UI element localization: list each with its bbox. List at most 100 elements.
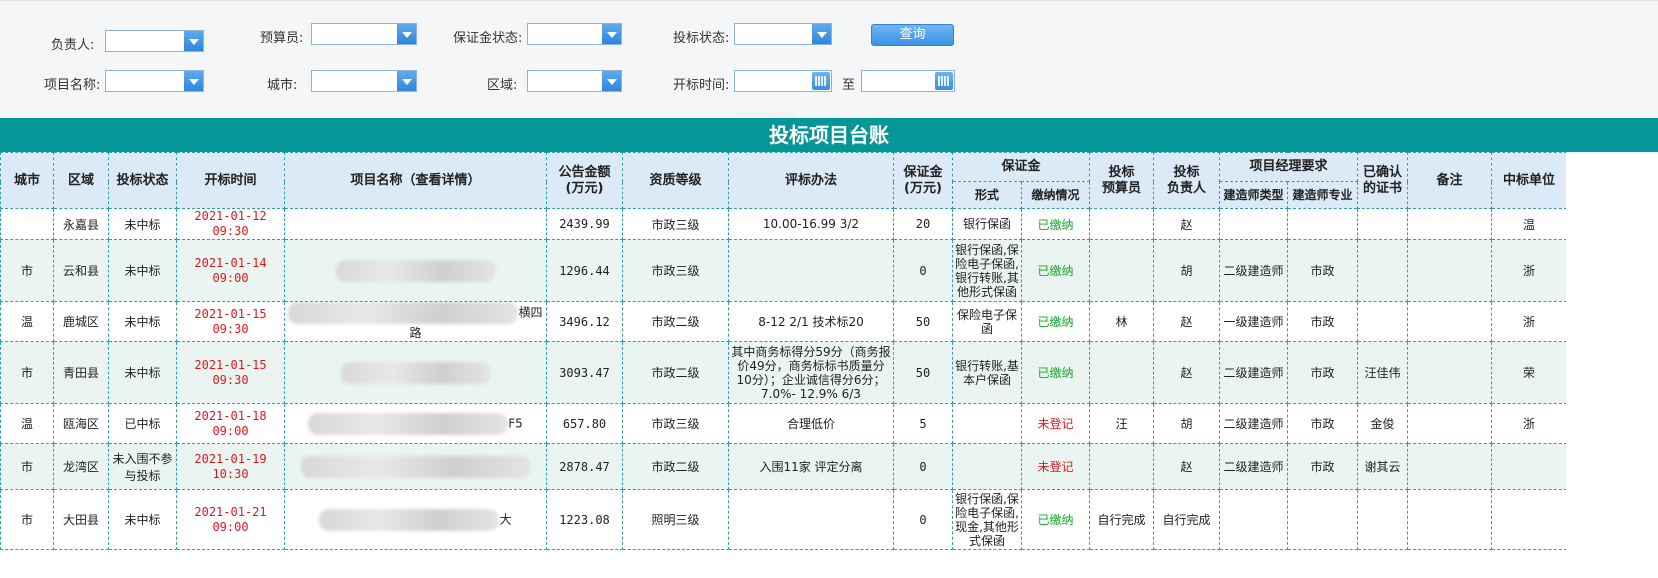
- cell-project-name[interactable]: [284, 443, 547, 490]
- open-time: 09:00: [212, 270, 249, 285]
- project-link[interactable]: 大: [499, 512, 511, 526]
- table-row[interactable]: 温鹿城区 未中标 2021-01-15 09:30 横四路 3496.12 市政二级 8-12…: [0, 301, 1568, 342]
- cell-city: 温: [0, 403, 54, 444]
- bid-ledger-table: 城市 区域 投标状态 开标时间 项目名称（查看详情） 公告金额 (万元) 资质等…: [0, 152, 1568, 550]
- cell-confirmed-cert: 金俊: [1357, 403, 1409, 444]
- col-project-name: 项目名称（查看详情）: [284, 152, 547, 209]
- region-select[interactable]: [527, 70, 622, 92]
- cell-qualification: 市政三级: [622, 208, 729, 240]
- cell-city: 市: [0, 443, 54, 490]
- open-date: 2021-01-18: [194, 408, 267, 423]
- cell-region: 瓯海区: [53, 403, 109, 444]
- cell-bid-budgeter: [1089, 239, 1155, 302]
- cell-winner: 荣: [1491, 341, 1568, 404]
- city-label: 城市:: [267, 78, 298, 93]
- cell-qualification: 市政二级: [622, 301, 729, 342]
- cell-evaluation: 8-12 2/1 技术标20: [728, 301, 894, 342]
- table-row[interactable]: 市青田县 未中标 2021-01-15 09:30 3093.47 市政二级 其中商务标得分…: [0, 341, 1568, 404]
- open-date: 2021-01-15: [194, 306, 267, 321]
- col-amount: 公告金额 (万元): [546, 152, 623, 209]
- cell-project-name[interactable]: [284, 341, 547, 404]
- cell-winner: [1491, 489, 1568, 550]
- chevron-down-icon[interactable]: [397, 24, 416, 44]
- open-time: 09:00: [212, 423, 249, 438]
- cell-remark: [1407, 443, 1493, 490]
- owner-select[interactable]: [105, 30, 204, 52]
- cell-open-time: 2021-01-14 09:00: [176, 239, 285, 302]
- open-time: 09:30: [212, 224, 249, 238]
- col-qualification: 资质等级: [622, 152, 729, 209]
- redacted-mask: [288, 302, 519, 324]
- cell-project-name[interactable]: [284, 239, 547, 302]
- chevron-down-icon[interactable]: [184, 31, 203, 51]
- chevron-down-icon[interactable]: [397, 71, 416, 91]
- budgeter-select[interactable]: [311, 23, 417, 45]
- cell-deposit-payment: 未登记: [1020, 403, 1091, 444]
- cell-confirmed-cert: [1357, 239, 1409, 302]
- chevron-down-icon[interactable]: [184, 71, 203, 91]
- cell-pm-type: 二级建造师: [1219, 443, 1289, 490]
- chevron-down-icon[interactable]: [812, 24, 831, 44]
- deposit-status-select[interactable]: [527, 23, 622, 45]
- cell-project-name[interactable]: [284, 208, 547, 240]
- cell-qualification: 照明三级: [622, 489, 729, 550]
- open-time: 09:00: [212, 519, 249, 534]
- cell-deposit-amount: 50: [893, 301, 953, 342]
- query-button[interactable]: 查询: [871, 24, 954, 46]
- cell-winner: 浙: [1491, 301, 1568, 342]
- cell-amount: 2878.47: [546, 443, 623, 490]
- table-row[interactable]: 市龙湾区 未入围不参与投标 2021-01-19 10:30 2878.47 市政二级 入围…: [0, 443, 1568, 490]
- city-select[interactable]: [311, 70, 417, 92]
- cell-project-name[interactable]: 大: [284, 489, 547, 550]
- col-winner: 中标单位: [1491, 152, 1568, 209]
- cell-pm-specialty: 市政: [1287, 341, 1359, 404]
- open-date: 2021-01-12: [194, 209, 267, 224]
- table-row[interactable]: 市云和县 未中标 2021-01-14 09:00 1296.44 市政三级 0 银行保函,保…: [0, 239, 1568, 302]
- cell-region: 云和县: [53, 239, 109, 302]
- cell-amount: 3496.12: [546, 301, 623, 342]
- cell-pm-type: 二级建造师: [1219, 239, 1289, 302]
- col-deposit-group: 保证金: [951, 152, 1091, 182]
- cell-deposit-form: 保险电子保函: [952, 301, 1022, 342]
- open-time-end-input[interactable]: [861, 70, 955, 92]
- cell-project-name[interactable]: F5: [284, 403, 547, 444]
- cell-confirmed-cert: 汪佳伟: [1357, 341, 1409, 404]
- cell-deposit-payment: 未登记: [1020, 443, 1091, 490]
- cell-evaluation: 合理低价: [728, 403, 894, 444]
- open-date: 2021-01-15: [194, 357, 267, 372]
- cell-bid-owner: 赵: [1153, 301, 1221, 342]
- cell-project-name[interactable]: 横四路: [284, 301, 547, 342]
- cell-bid-status: 未中标: [108, 208, 177, 240]
- bid-status-select[interactable]: [734, 23, 832, 45]
- cell-amount: 1296.44: [546, 239, 623, 302]
- cell-bid-status: 未中标: [108, 341, 177, 404]
- cell-bid-budgeter: 自行完成: [1089, 489, 1155, 550]
- cell-city: 市: [0, 341, 54, 404]
- cell-bid-budgeter: [1089, 341, 1155, 404]
- project-name-select[interactable]: [105, 70, 204, 92]
- cell-bid-status: 已中标: [108, 403, 177, 444]
- calendar-icon[interactable]: [935, 72, 953, 90]
- open-time-start-input[interactable]: [734, 70, 832, 92]
- cell-pm-type: [1219, 208, 1289, 240]
- col-deposit-payment: 缴纳情况: [1020, 181, 1091, 209]
- cell-qualification: 市政三级: [622, 403, 729, 444]
- project-link[interactable]: F5: [508, 416, 523, 430]
- table-row[interactable]: 永嘉县 未中标 2021-01-12 09:30 2439.99 市政三级 10.00-16…: [0, 208, 1568, 240]
- cell-open-time: 2021-01-21 09:00: [176, 489, 285, 550]
- col-deposit-amount: 保证金 (万元): [893, 152, 953, 209]
- col-open-time: 开标时间: [176, 152, 285, 209]
- table-row[interactable]: 市大田县 未中标 2021-01-21 09:00 大 1223.08 照明三级 0 银行保函,…: [0, 489, 1568, 550]
- cell-bid-budgeter: [1089, 443, 1155, 490]
- region-label: 区域:: [487, 78, 518, 93]
- cell-amount: 657.80: [546, 403, 623, 444]
- chevron-down-icon[interactable]: [602, 71, 621, 91]
- cell-deposit-amount: 20: [893, 208, 953, 240]
- redacted-mask: [319, 508, 500, 531]
- cell-bid-owner: 胡: [1153, 239, 1221, 302]
- cell-bid-budgeter: [1089, 208, 1155, 240]
- col-deposit-form: 形式: [952, 181, 1022, 209]
- calendar-icon[interactable]: [812, 72, 830, 90]
- chevron-down-icon[interactable]: [602, 24, 621, 44]
- table-row[interactable]: 温瓯海区 已中标 2021-01-18 09:00 F5 657.80 市政三级 合理低价 5 未…: [0, 403, 1568, 444]
